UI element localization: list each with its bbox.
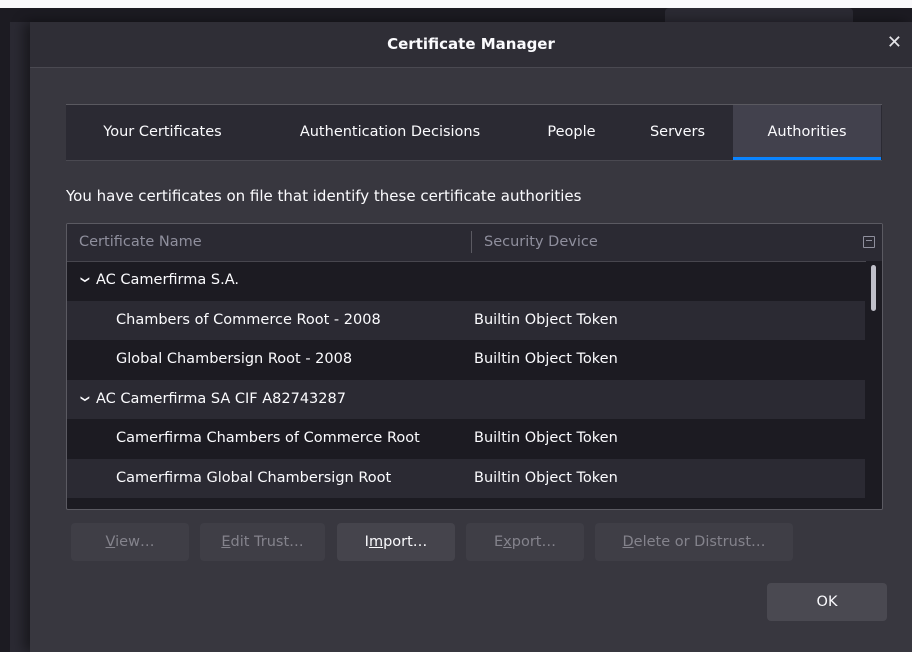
authorities-description: You have certificates on file that ident… <box>66 187 582 205</box>
tab-your-certificates[interactable]: Your Certificates <box>66 105 259 160</box>
ok-button[interactable]: OK <box>767 583 887 621</box>
dialog-title: Certificate Manager <box>387 35 555 53</box>
import-label-rest: port… <box>383 534 428 550</box>
cell-certificate-name: Camerfirma Chambers of Commerce Root <box>116 430 420 446</box>
cell-security-device: Builtin Object Token <box>474 351 618 367</box>
import-access-key: m <box>368 534 384 550</box>
column-header-certificate-name[interactable]: Certificate Name <box>79 234 202 250</box>
view-access-key: V <box>105 534 116 550</box>
tab-servers[interactable]: Servers <box>622 105 733 160</box>
cell-security-device: Builtin Object Token <box>474 311 618 328</box>
cell-security-device: Builtin Object Token <box>474 469 618 486</box>
export-button[interactable]: Export… <box>466 523 584 561</box>
cell-certificate-name: ❯ AC Camerfirma SA CIF A82743287 <box>79 380 477 420</box>
tab-authorities[interactable]: Authorities <box>733 105 881 160</box>
certificate-manager-dialog: Certificate Manager ✕ Your Certificates … <box>30 22 912 652</box>
tree-row-group[interactable]: ❯ AC Camerfirma S.A. <box>67 261 865 301</box>
edit-trust-button[interactable]: Edit Trust… <box>200 523 325 561</box>
tab-authentication-decisions[interactable]: Authentication Decisions <box>259 105 521 160</box>
tree-row[interactable]: Camerfirma Global Chambersign Root Built… <box>67 458 865 498</box>
cell-security-device: Builtin Object Token <box>474 430 618 446</box>
tree-row[interactable]: Chambers of Commerce Root - 2008 Builtin… <box>67 300 865 340</box>
tree-row[interactable]: Global Chambersign Root - 2008 Builtin O… <box>67 340 865 380</box>
cell-certificate-name: Chambers of Commerce Root - 2008 <box>116 311 381 328</box>
certificate-tree[interactable]: Certificate Name Security Device ❯ AC Cam… <box>66 223 883 510</box>
column-picker-icon[interactable] <box>863 236 875 248</box>
group-name: AC Camerfirma S.A. <box>96 272 239 288</box>
browser-tab-hint <box>665 8 853 22</box>
dialog-titlebar: Certificate Manager ✕ <box>30 22 912 68</box>
tree-header: Certificate Name Security Device <box>67 224 882 262</box>
export-label-rest: port… <box>511 534 556 550</box>
group-name: AC Camerfirma SA CIF A82743287 <box>96 390 346 407</box>
cell-certificate-name: ❯ AC Camerfirma S.A. <box>79 261 477 301</box>
tree-row-group[interactable]: ❯ AC Camerfirma SA CIF A82743287 <box>67 379 865 420</box>
edit-trust-access-key: E <box>221 534 231 550</box>
delete-or-distrust-button[interactable]: Delete or Distrust… <box>595 523 793 561</box>
tree-scrollbar[interactable] <box>866 261 882 509</box>
view-button[interactable]: View… <box>71 523 189 561</box>
column-header-security-device[interactable]: Security Device <box>484 234 598 250</box>
close-icon[interactable]: ✕ <box>887 32 902 53</box>
cell-certificate-name: Global Chambersign Root - 2008 <box>116 351 353 367</box>
scrollbar-thumb[interactable] <box>871 265 876 311</box>
tree-body: ❯ AC Camerfirma S.A. Chambers of Commerce… <box>67 261 865 498</box>
delete-access-key: D <box>622 534 634 550</box>
chevron-down-icon[interactable]: ❯ <box>79 276 101 286</box>
browser-background-strip <box>0 0 912 22</box>
browser-background-left <box>0 22 10 652</box>
tab-authorities-label: Authorities <box>767 124 847 140</box>
tab-bar: Your Certificates Authentication Decisio… <box>66 104 882 161</box>
chevron-down-icon[interactable]: ❯ <box>79 394 101 404</box>
column-splitter[interactable] <box>471 231 472 253</box>
export-label-pre: E <box>494 534 504 550</box>
cell-certificate-name: Camerfirma Global Chambersign Root <box>116 469 392 486</box>
selected-tab-indicator <box>733 157 881 160</box>
tab-people[interactable]: People <box>521 105 622 160</box>
delete-label-rest: elete or Distrust… <box>633 534 766 550</box>
edit-trust-label-rest: dit Trust… <box>230 534 304 550</box>
export-access-key: x <box>503 534 512 550</box>
import-button[interactable]: Import… <box>337 523 455 561</box>
view-label-rest: iew… <box>115 534 155 550</box>
tree-row[interactable]: Camerfirma Chambers of Commerce Root Bui… <box>67 419 865 459</box>
